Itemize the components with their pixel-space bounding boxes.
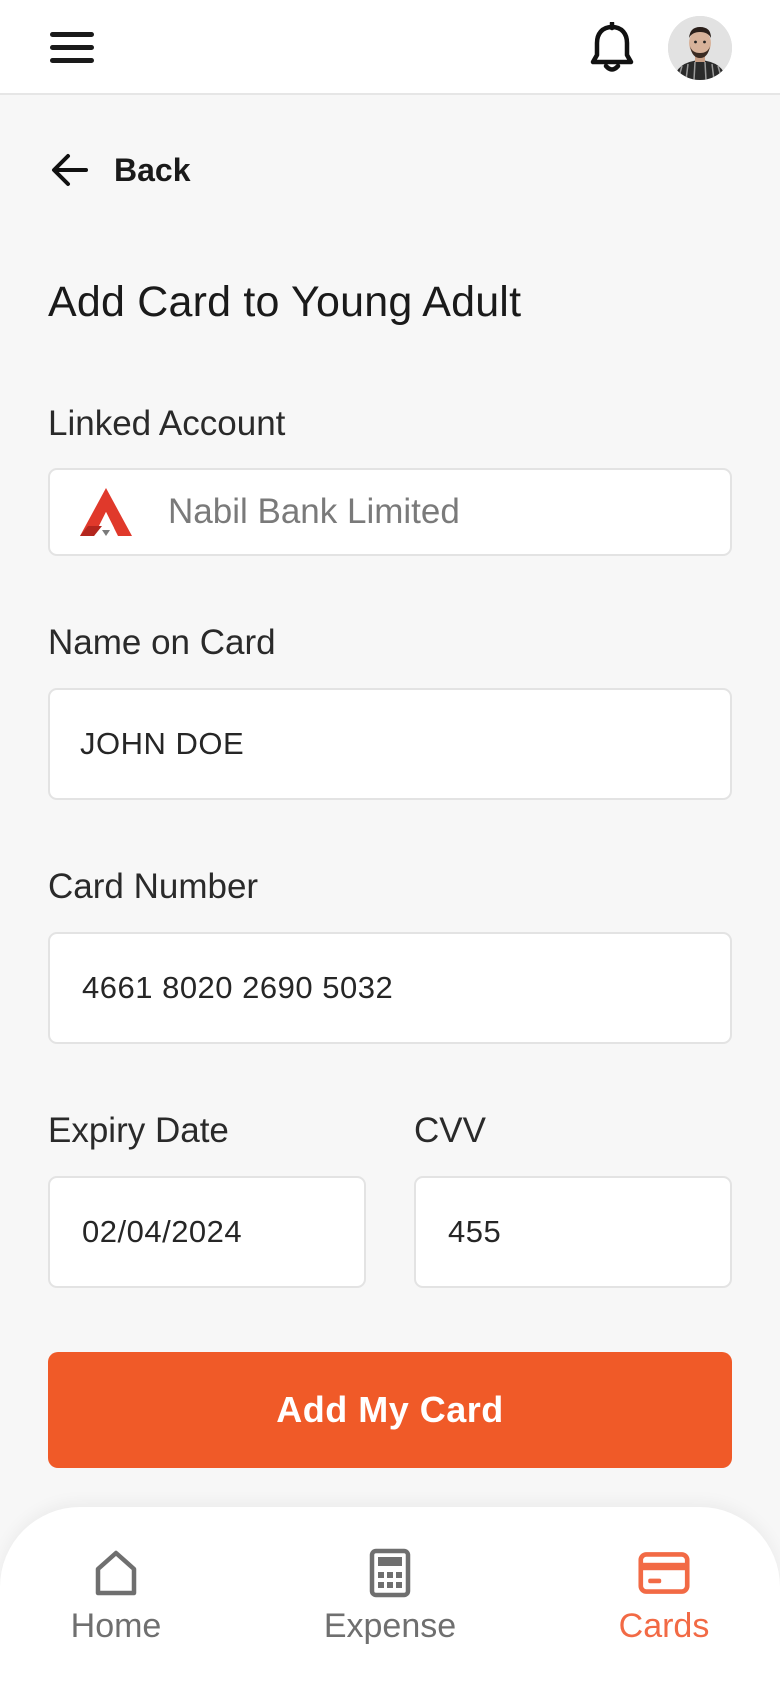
nav-item-expense[interactable]: Expense [290,1547,490,1657]
card-number-input[interactable]: 4661 8020 2690 5032 [48,932,732,1044]
linked-account-label: Linked Account [48,404,286,443]
nabil-bank-logo [80,488,132,536]
page-title: Add Card to Young Adult [48,278,522,326]
expiry-date-input[interactable]: 02/04/2024 [48,1176,366,1288]
expiry-date-value: 02/04/2024 [82,1214,243,1249]
cvv-label: CVV [414,1111,486,1150]
calculator-icon [369,1548,411,1598]
nav-item-cards[interactable]: Cards [564,1547,764,1657]
cvv-value: 455 [448,1214,502,1249]
cvv-input[interactable]: 455 [414,1176,732,1288]
name-on-card-value: JOHN DOE [80,726,245,761]
linked-account-value: Nabil Bank Limited [168,492,460,531]
hamburger-menu-icon[interactable] [50,28,94,66]
credit-card-icon [638,1552,690,1594]
nav-label-expense: Expense [323,1607,457,1645]
linked-account-select[interactable]: Nabil Bank Limited [48,468,732,556]
arrow-left-icon [52,154,88,186]
bottom-navigation: Home Expense Cards [0,1507,780,1688]
name-on-card-input[interactable]: JOHN DOE [48,688,732,800]
nav-item-home[interactable]: Home [16,1547,216,1657]
home-icon [95,1550,137,1596]
back-label: Back [114,151,191,188]
card-number-label: Card Number [48,867,259,906]
back-button[interactable]: Back [50,145,191,195]
user-avatar[interactable] [668,16,732,80]
card-number-value: 4661 8020 2690 5032 [82,970,394,1005]
bell-icon[interactable] [588,20,636,74]
nav-label-cards: Cards [618,1607,710,1645]
nav-label-home: Home [70,1607,162,1645]
top-app-bar [0,0,780,95]
name-on-card-label: Name on Card [48,623,276,662]
expiry-date-label: Expiry Date [48,1111,229,1150]
add-my-card-button[interactable]: Add My Card [48,1352,732,1468]
